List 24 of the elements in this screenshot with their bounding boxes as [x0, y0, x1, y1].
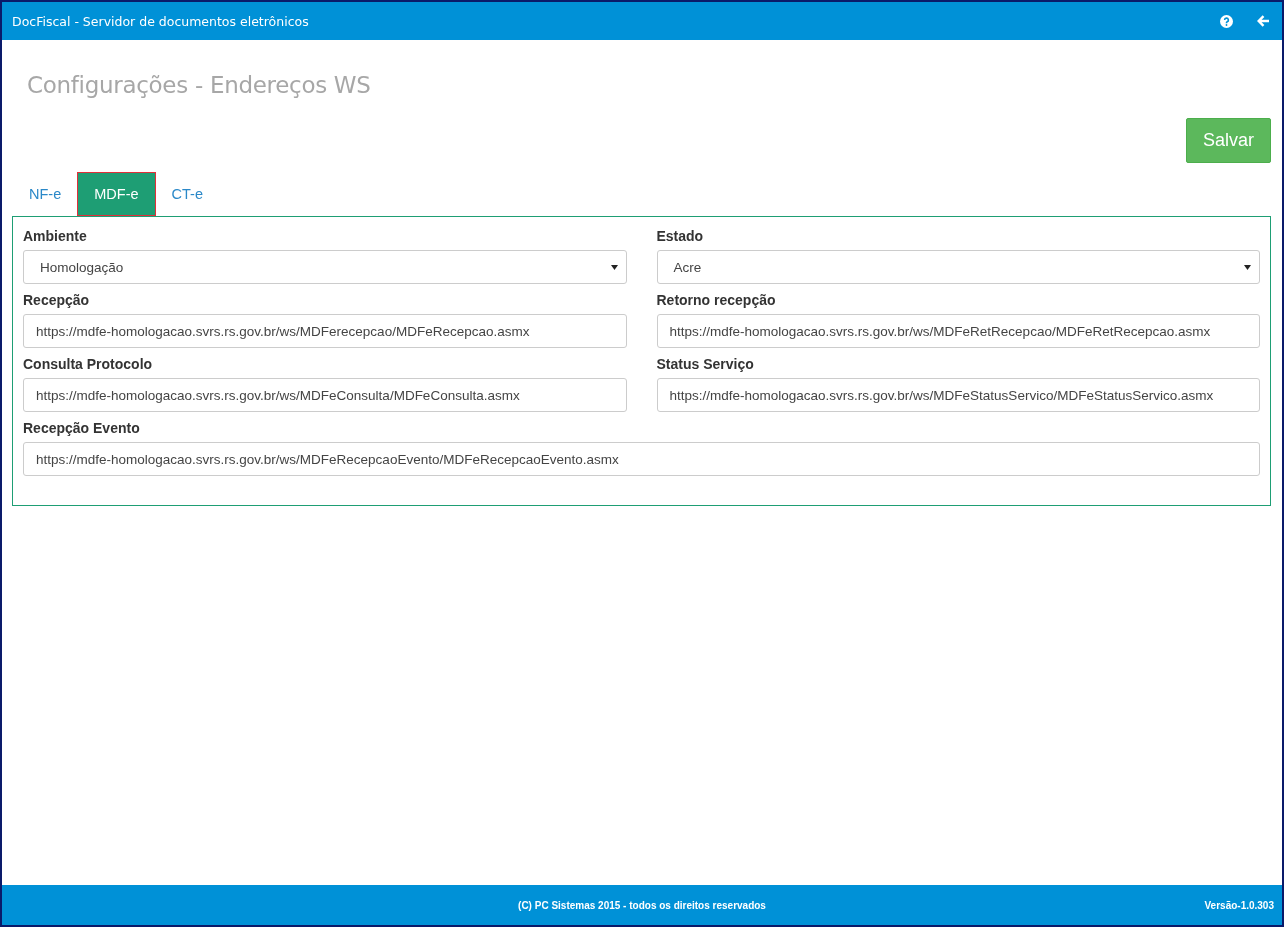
field-label: Ambiente — [23, 228, 88, 244]
dropdown[interactable]: Acre — [656, 250, 1260, 284]
input-field[interactable]: https://mdfe-homologacao.svrs.rs.gov.br/ws/MDFeConsulta/MDFeConsulta.asmx — [23, 378, 627, 412]
version-text: Versão-1.0.303 — [1203, 899, 1274, 911]
input-field[interactable]: https://mdfe-homologacao.svrs.rs.gov.br/ws/MDFerecepcao/MDFeRecepcao.asmx — [23, 314, 627, 348]
tab[interactable]: CT-e — [159, 172, 215, 216]
field-label: Status Serviço — [656, 356, 755, 372]
dropdown[interactable]: Homologação — [23, 250, 627, 284]
input-field[interactable]: https://mdfe-homologacao.svrs.rs.gov.br/ws/MDFeStatusServico/MDFeStatusServico.asmx — [656, 378, 1260, 412]
tab[interactable]: NF-e — [17, 172, 74, 216]
field-label: Recepção Evento — [23, 420, 141, 436]
back-arrow-icon[interactable] — [1257, 15, 1270, 27]
window-title: DocFiscal - Servidor de documentos eletrônicos — [12, 13, 310, 29]
field-label: Estado — [656, 228, 705, 244]
caret-icon — [1244, 264, 1251, 270]
field-label: Consulta Protocolo — [23, 356, 154, 372]
input-field[interactable]: https://mdfe-homologacao.svrs.rs.gov.br/ws/MDFeRetRecepcao/MDFeRetRecepcao.asmx — [656, 314, 1260, 348]
caret-icon — [610, 264, 618, 270]
field-label: Retorno recepção — [656, 292, 777, 308]
help-icon[interactable] — [1220, 14, 1233, 28]
page-title: Configurações - Endereços WS — [27, 72, 372, 98]
copyright-text: (C) PC Sistemas 2015 - todos os direitos reservados — [518, 899, 766, 911]
input-field[interactable]: https://mdfe-homologacao.svrs.rs.gov.br/ws/MDFeRecepcaoEvento/MDFeRecepcaoEvento.asmx — [23, 442, 1260, 476]
field-label: Recepção — [23, 292, 91, 308]
